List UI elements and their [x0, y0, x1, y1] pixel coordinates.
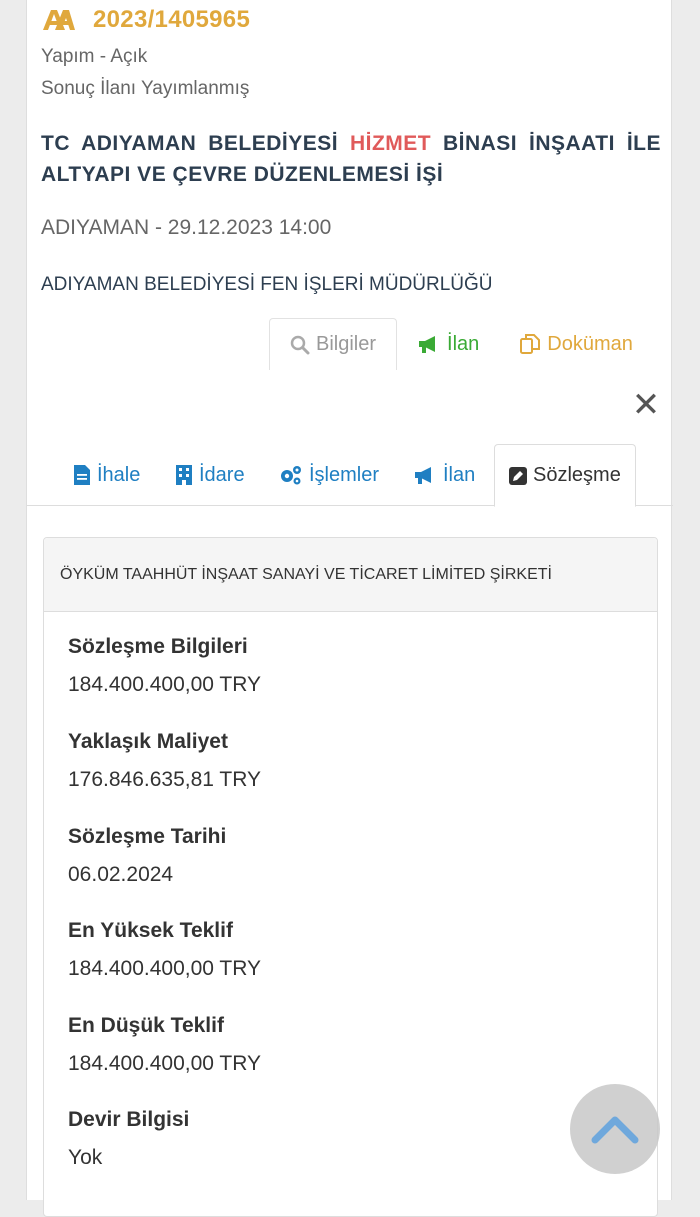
tab-ihale[interactable]: İhale [73, 444, 140, 506]
lowest-bid-field: En Düşük Teklif 184.400.400,00 TRY [68, 1014, 261, 1076]
tab-sozlesme-label: Sözleşme [533, 464, 621, 486]
tab-ilan-sub-label: İlan [443, 463, 476, 486]
copy-document-icon [520, 334, 541, 354]
tab-islemler[interactable]: İşlemler [279, 444, 379, 506]
megaphone-icon [415, 467, 431, 484]
tab-ilan-sub[interactable]: İlan [413, 444, 475, 506]
contract-field: Sözleşme Bilgileri 184.400.400,00 TRY [68, 635, 261, 697]
tender-result-status: Sonuç İlanı Yayımlanmış [41, 78, 250, 99]
top-tabs: Bilgiler İlan Doküman [269, 318, 653, 370]
highest-bid-label: En Yüksek Teklif [68, 919, 233, 942]
lowest-bid-value: 184.400.400,00 TRY [68, 1052, 262, 1075]
sub-tabs: İhale İdare İşlemler İlan Sözleşme [27, 444, 673, 507]
contract-date-value: 06.02.2024 [68, 863, 174, 886]
approximate-cost-value: 176.846.635,81 TRY [68, 768, 262, 791]
tab-dokuman[interactable]: Doküman [499, 318, 653, 370]
tab-islemler-label: İşlemler [309, 463, 380, 486]
chevron-up-icon [591, 1116, 639, 1144]
gears-icon [281, 466, 301, 485]
tab-ilan[interactable]: İlan [397, 318, 499, 370]
tender-number: 2023/1405965 [93, 6, 251, 33]
building-icon [176, 465, 192, 485]
approximate-cost-label: Yaklaşık Maliyet [68, 730, 228, 753]
contractor-name: ÖYKÜM TAAHHÜT İNŞAAT SANAYİ VE TİCARET L… [44, 538, 657, 612]
tab-sozlesme[interactable]: Sözleşme [494, 444, 636, 507]
transfer-info-field: Devir Bilgisi Yok [68, 1108, 189, 1170]
tender-title: TC ADIYAMAN BELEDİYESİ HİZMET BİNASI İNŞ… [41, 128, 661, 190]
contract-date-label: Sözleşme Tarihi [68, 825, 227, 848]
contract-field-value: 184.400.400,00 TRY [68, 673, 262, 696]
highest-bid-value: 184.400.400,00 TRY [68, 957, 262, 980]
title-highlight: HİZMET [349, 132, 432, 155]
transfer-info-value: Yok [68, 1146, 103, 1169]
tab-bilgiler[interactable]: Bilgiler [269, 318, 398, 370]
edit-icon [509, 466, 527, 485]
tab-idare-label: İdare [199, 463, 245, 486]
location-date: ADIYAMAN - 29.12.2023 14:00 [41, 216, 332, 239]
approximate-cost-field: Yaklaşık Maliyet 176.846.635,81 TRY [68, 730, 261, 792]
contract-field-label: Sözleşme Bilgileri [68, 635, 248, 658]
title-part-1: TC ADIYAMAN BELEDİYESİ [41, 132, 350, 155]
tab-bilgiler-label: Bilgiler [316, 333, 377, 355]
close-icon[interactable]: ✕ [629, 388, 663, 422]
search-icon [290, 335, 310, 354]
highest-bid-field: En Yüksek Teklif 184.400.400,00 TRY [68, 919, 261, 981]
megaphone-icon [419, 336, 436, 353]
tab-dokuman-label: Doküman [547, 332, 633, 355]
scroll-to-top-button[interactable] [570, 1084, 660, 1174]
contract-panel: ÖYKÜM TAAHHÜT İNŞAAT SANAYİ VE TİCARET L… [43, 537, 658, 1217]
contract-date-field: Sözleşme Tarihi 06.02.2024 [68, 825, 226, 887]
header-line: 2023/1405965 [41, 6, 250, 34]
lowest-bid-label: En Düşük Teklif [68, 1014, 224, 1037]
tab-ihale-label: İhale [97, 463, 141, 486]
tab-ilan-label: İlan [447, 332, 480, 355]
tender-type-status: Yapım - Açık [41, 46, 148, 67]
file-text-icon [74, 465, 90, 485]
organization-name: ADIYAMAN BELEDİYESİ FEN İŞLERİ MÜDÜRLÜĞÜ [41, 274, 493, 295]
transfer-info-label: Devir Bilgisi [68, 1108, 190, 1131]
tab-idare[interactable]: İdare [175, 444, 245, 506]
page-card: 2023/1405965 Yapım - Açık Sonuç İlanı Ya… [26, 0, 673, 1217]
logo-icon [43, 10, 75, 30]
